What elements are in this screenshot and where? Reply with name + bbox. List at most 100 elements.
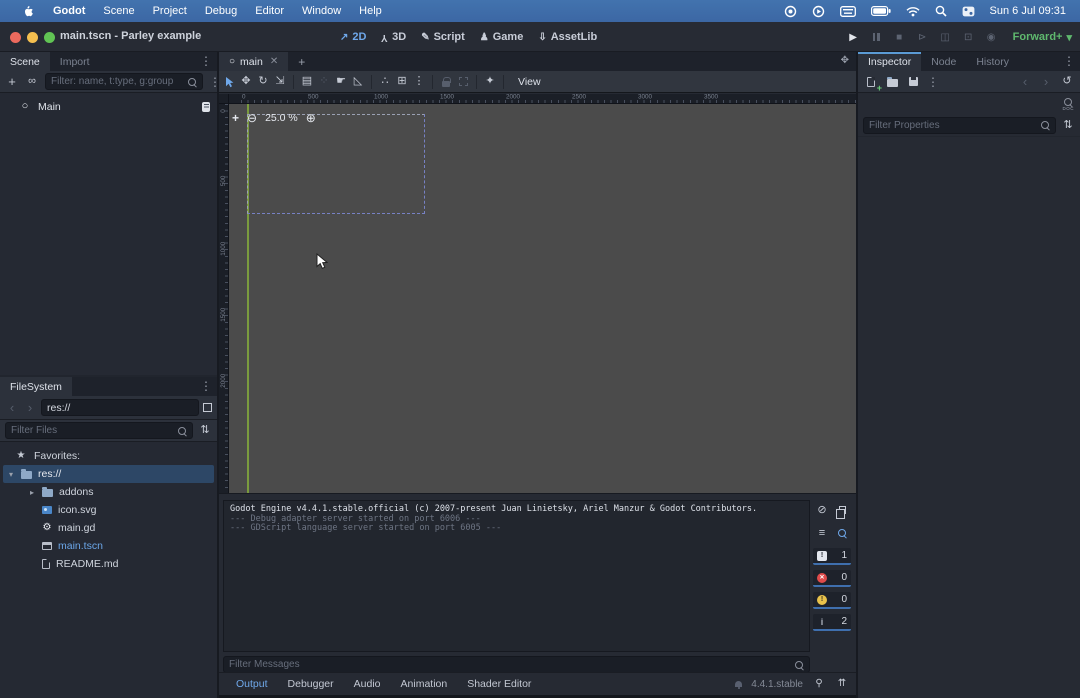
- collapse-icon[interactable]: ▾: [7, 470, 15, 479]
- control-center-icon[interactable]: [962, 6, 975, 17]
- engine-version[interactable]: 4.4.1.stable: [751, 679, 803, 690]
- workspace-tab-assetlib[interactable]: ⇩AssetLib: [538, 31, 597, 43]
- zoom-out-button[interactable]: ⊖: [247, 111, 257, 125]
- center-view-icon[interactable]: +: [232, 111, 239, 125]
- lock-node-button[interactable]: [439, 74, 453, 90]
- toggle-editor-messages-badge[interactable]: i 2: [813, 614, 851, 631]
- spotlight-search-icon[interactable]: [935, 5, 947, 17]
- ruler-tool-button[interactable]: ◺: [351, 74, 365, 90]
- search-docs-button[interactable]: DOC: [1063, 97, 1075, 111]
- screen-record-icon[interactable]: [784, 5, 797, 18]
- load-resource-button[interactable]: [885, 74, 899, 90]
- remote-deploy-button[interactable]: ⊳: [913, 28, 932, 46]
- resource-menu-icon[interactable]: ⋮: [927, 76, 939, 88]
- menu-editor[interactable]: Editor: [246, 0, 293, 22]
- copy-output-icon[interactable]: [835, 502, 849, 518]
- play-current-scene-button[interactable]: ◫: [936, 28, 955, 46]
- toggle-split-mode-icon[interactable]: [203, 403, 212, 412]
- message-filter-input[interactable]: [229, 659, 790, 670]
- pivot-tool-button[interactable]: ⁘: [317, 74, 331, 90]
- file-row-addons[interactable]: ▸ addons: [0, 483, 217, 501]
- bottom-tab-output[interactable]: Output: [226, 678, 278, 690]
- workspace-tab-3d[interactable]: Y3D: [381, 31, 406, 43]
- filesystem-menu-icon[interactable]: ⋮: [200, 380, 212, 392]
- instance-scene-button[interactable]: ∞: [25, 74, 39, 90]
- output-log[interactable]: Godot Engine v4.4.1.stable.official (c) …: [223, 500, 810, 652]
- bottom-tab-debugger[interactable]: Debugger: [278, 678, 344, 690]
- history-forward-icon[interactable]: ›: [1039, 74, 1053, 90]
- history-back-icon[interactable]: ‹: [5, 400, 19, 416]
- scene-dock-menu-icon[interactable]: ⋮: [200, 55, 212, 67]
- tab-node[interactable]: Node: [921, 52, 966, 71]
- file-sort-icon[interactable]: ⇅: [198, 423, 212, 439]
- file-row-main-gd[interactable]: ⚙ main.gd: [0, 519, 217, 537]
- menu-scene[interactable]: Scene: [94, 0, 143, 22]
- tab-inspector[interactable]: Inspector: [858, 52, 921, 71]
- tab-filesystem[interactable]: FileSystem: [0, 377, 72, 396]
- favorites-row[interactable]: ★ Favorites:: [0, 447, 217, 465]
- bottom-tab-audio[interactable]: Audio: [344, 678, 391, 690]
- tab-import[interactable]: Import: [50, 52, 100, 71]
- history-forward-icon[interactable]: ›: [23, 400, 37, 416]
- zoom-in-button[interactable]: ⊕: [306, 111, 316, 125]
- menu-godot[interactable]: Godot: [44, 0, 94, 22]
- minimize-window-button[interactable]: [27, 32, 38, 43]
- file-row-main-tscn[interactable]: main.tscn: [0, 537, 217, 555]
- play-status-icon[interactable]: [812, 5, 825, 18]
- collapse-duplicates-icon[interactable]: ≡: [815, 525, 829, 541]
- menu-window[interactable]: Window: [293, 0, 350, 22]
- list-select-tool-button[interactable]: ▤: [300, 74, 314, 90]
- object-history-icon[interactable]: ↺: [1060, 74, 1074, 90]
- rotate-tool-button[interactable]: ↻: [256, 74, 270, 90]
- scene-node-main[interactable]: ○ Main: [0, 97, 217, 116]
- file-filter-input[interactable]: [11, 425, 173, 436]
- zoom-window-button[interactable]: [44, 32, 55, 43]
- wifi-icon[interactable]: [906, 6, 920, 17]
- workspace-tab-game[interactable]: ♟Game: [480, 31, 524, 43]
- movie-maker-button[interactable]: ◉: [982, 28, 1001, 46]
- pin-bottom-panel-icon[interactable]: ⚲: [812, 676, 826, 692]
- apple-menu[interactable]: [14, 0, 44, 22]
- file-row-icon-svg[interactable]: icon.svg: [0, 501, 217, 519]
- workspace-tab-script[interactable]: ✎Script: [421, 31, 465, 43]
- pan-tool-button[interactable]: ☛: [334, 74, 348, 90]
- expand-icon[interactable]: ▸: [28, 488, 36, 497]
- expand-bottom-panel-icon[interactable]: ⇈: [835, 676, 849, 692]
- current-path-input[interactable]: [47, 402, 193, 414]
- file-row-readme[interactable]: README.md: [0, 555, 217, 573]
- toggle-distraction-free-icon[interactable]: ✥: [841, 56, 849, 66]
- attached-script-icon[interactable]: [202, 102, 210, 112]
- smart-snap-toggle[interactable]: ∴: [378, 74, 392, 90]
- battery-icon[interactable]: [871, 6, 891, 16]
- viewport-canvas[interactable]: + ⊖ 25.0 % ⊕: [229, 104, 856, 493]
- property-tune-icon[interactable]: ⇅: [1061, 117, 1075, 133]
- snap-options-menu-icon[interactable]: ⋮: [412, 74, 426, 90]
- stop-button[interactable]: ■: [890, 28, 909, 46]
- bottom-tab-animation[interactable]: Animation: [391, 678, 458, 690]
- 2d-viewport[interactable]: 0 500 1000 1500 2000 2500 3000 3500 0 50…: [219, 94, 856, 493]
- scale-tool-button[interactable]: ⇲: [273, 74, 287, 90]
- scene-filter-input[interactable]: [51, 76, 183, 87]
- play-custom-scene-button[interactable]: ⊡: [959, 28, 978, 46]
- close-window-button[interactable]: [10, 32, 21, 43]
- workspace-tab-2d[interactable]: ↗2D: [340, 31, 366, 43]
- grid-snap-toggle[interactable]: ⊞: [395, 74, 409, 90]
- menubar-clock[interactable]: Sun 6 Jul 09:31: [990, 5, 1066, 17]
- menu-help[interactable]: Help: [350, 0, 391, 22]
- play-button[interactable]: ▶: [844, 28, 863, 46]
- pause-button[interactable]: [867, 28, 886, 46]
- toggle-messages-badge[interactable]: ! 1: [813, 548, 851, 565]
- tab-history[interactable]: History: [966, 52, 1019, 71]
- toggle-warnings-badge[interactable]: ! 0: [813, 592, 851, 609]
- close-scene-tab-icon[interactable]: ✕: [270, 56, 278, 67]
- move-tool-button[interactable]: ✥: [239, 74, 253, 90]
- scene-tab-main[interactable]: ○ main ✕: [219, 52, 288, 71]
- add-node-button[interactable]: +: [5, 74, 19, 90]
- inspector-dock-menu-icon[interactable]: ⋮: [1063, 55, 1075, 67]
- renderer-selector[interactable]: Forward+▾: [1013, 31, 1072, 44]
- menu-debug[interactable]: Debug: [196, 0, 246, 22]
- zoom-level[interactable]: 25.0 %: [265, 112, 298, 124]
- view-menu-button[interactable]: View: [510, 76, 549, 88]
- notification-bell-icon[interactable]: [735, 681, 742, 687]
- skeleton-options-button[interactable]: ✦: [483, 74, 497, 90]
